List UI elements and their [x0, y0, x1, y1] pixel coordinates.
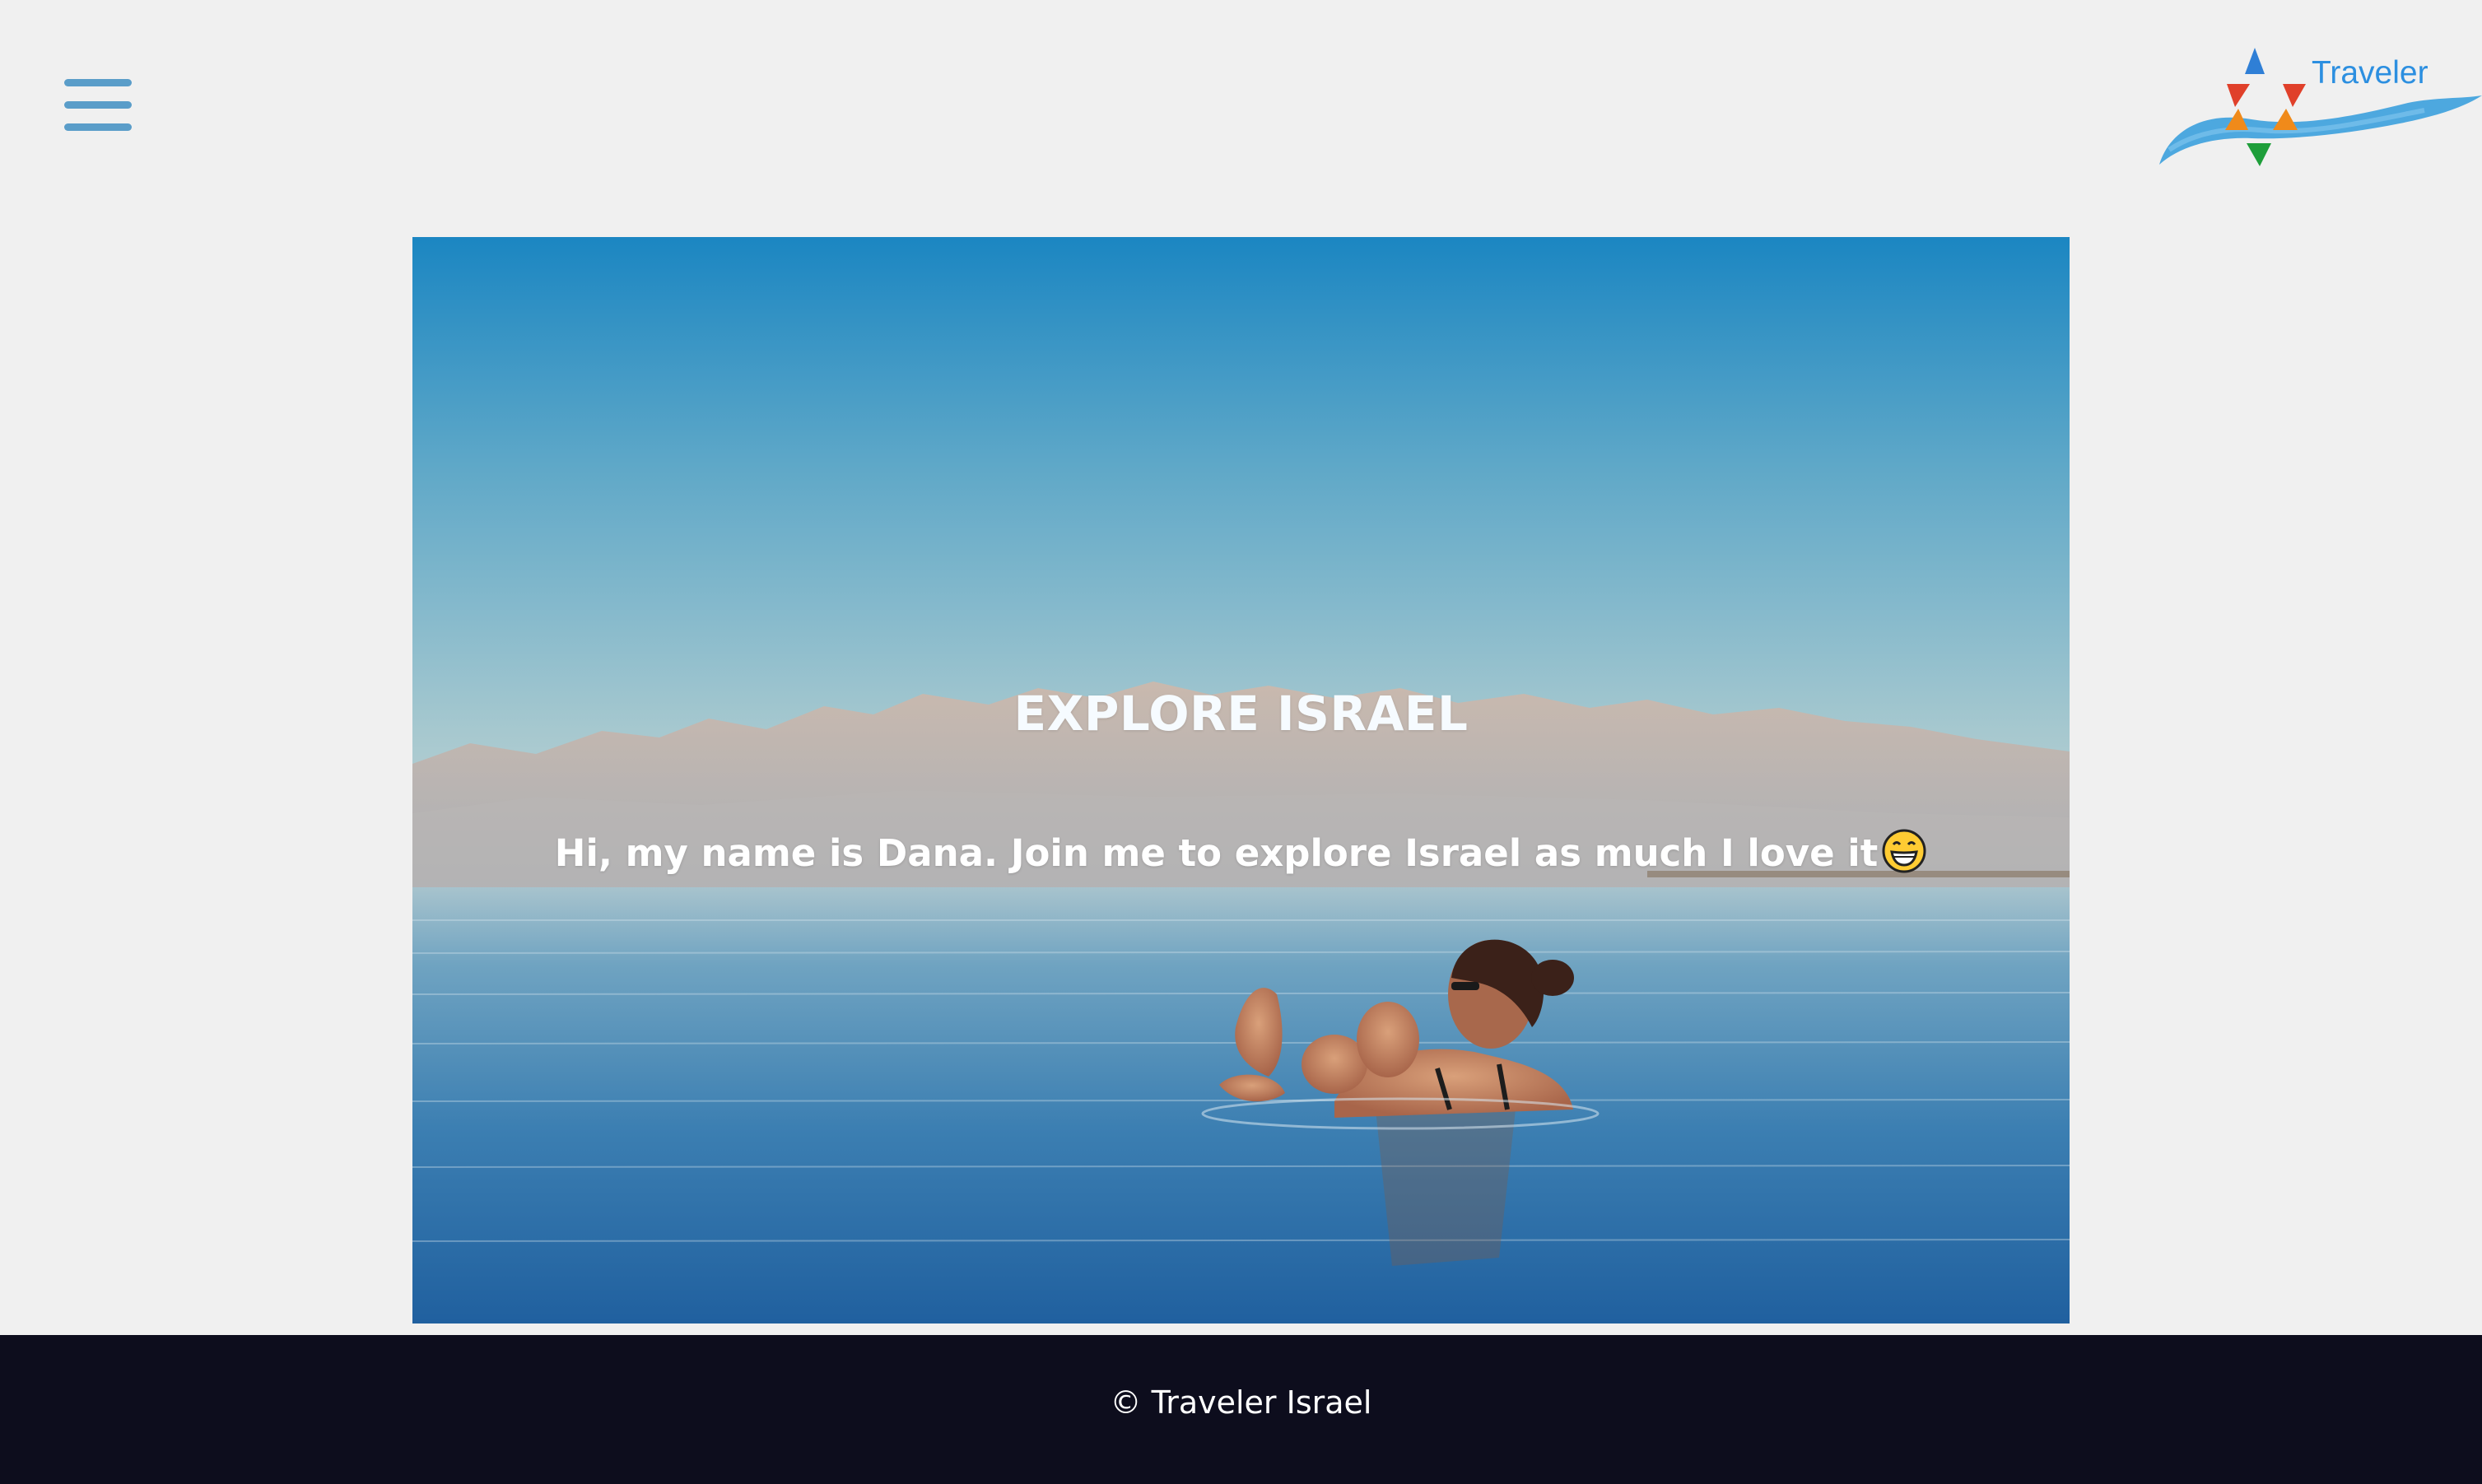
logo-text: Traveler	[2312, 55, 2428, 91]
hamburger-menu-icon-line	[64, 123, 132, 131]
site-logo[interactable]: Traveler	[2153, 41, 2482, 198]
hero-banner: EXPLORE ISRAEL Hi, my name is Dana. Join…	[412, 237, 2070, 1324]
grinning-face-emoji-icon	[1881, 828, 1927, 883]
hamburger-menu-icon-line	[64, 101, 132, 109]
hero-title: EXPLORE ISRAEL	[1013, 686, 1469, 742]
hamburger-menu-icon	[64, 79, 132, 86]
hero-subtitle: Hi, my name is Dana. Join me to explore …	[412, 828, 2070, 883]
hero-subtitle-text: Hi, my name is Dana. Join me to explore …	[554, 831, 1879, 875]
hamburger-menu-button[interactable]	[64, 77, 133, 135]
dead-sea-photo	[412, 237, 2070, 1324]
footer-copyright: © Traveler Israel	[1110, 1384, 1372, 1421]
site-footer: © Traveler Israel	[0, 1335, 2482, 1484]
